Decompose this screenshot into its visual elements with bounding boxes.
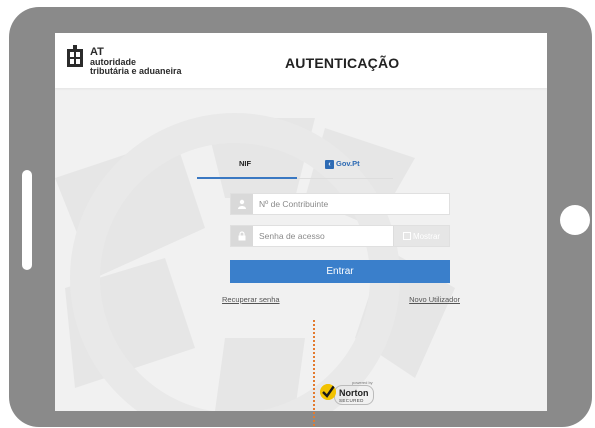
show-password-toggle[interactable]: Mostrar [393,226,449,246]
show-password-label: Mostrar [412,231,441,241]
app-header: AT autoridade tributária e aduaneira AUT… [55,33,547,88]
tab-nif[interactable]: NIF [197,153,297,179]
norton-secured-label: SECURED [339,398,364,403]
lock-icon [231,226,253,246]
at-logo-icon [67,45,83,67]
password-field: Mostrar [230,225,450,247]
app-screen: AT autoridade tributária e aduaneira AUT… [55,33,547,411]
annotation-dotted-line [313,320,315,426]
gov-pt-icon: ‹ [325,159,334,169]
norton-name: Norton [339,388,369,398]
recover-password-link[interactable]: Recuperar senha [222,295,280,304]
login-form: Mostrar Entrar Recuperar senha Novo Util… [222,193,460,307]
user-icon [231,194,253,214]
norton-secured-badge[interactable]: powered by Norton SECURED [320,380,375,408]
logo-line2: tributária e aduaneira [90,66,182,76]
tablet-home-button [560,205,590,235]
page-title: AUTENTICAÇÃO [285,55,400,71]
tab-nif-label: NIF [239,159,252,168]
login-tabs: NIF ‹ Gov.Pt [197,153,393,179]
tab-gov-label: Gov.Pt [336,159,360,168]
norton-check-icon [320,384,336,400]
new-user-link[interactable]: Novo Utilizador [409,295,460,304]
logo-text: AT autoridade tributária e aduaneira [90,47,182,76]
norton-powered-by: powered by [352,380,373,385]
password-input[interactable] [259,226,409,246]
tab-gov-pt[interactable]: ‹ Gov.Pt [297,153,393,179]
checkbox-icon [402,232,411,240]
enter-button[interactable]: Entrar [230,260,450,283]
form-links: Recuperar senha Novo Utilizador [222,295,460,307]
nif-field [230,193,450,215]
tablet-side-button [22,170,32,270]
nif-input[interactable] [259,194,409,214]
